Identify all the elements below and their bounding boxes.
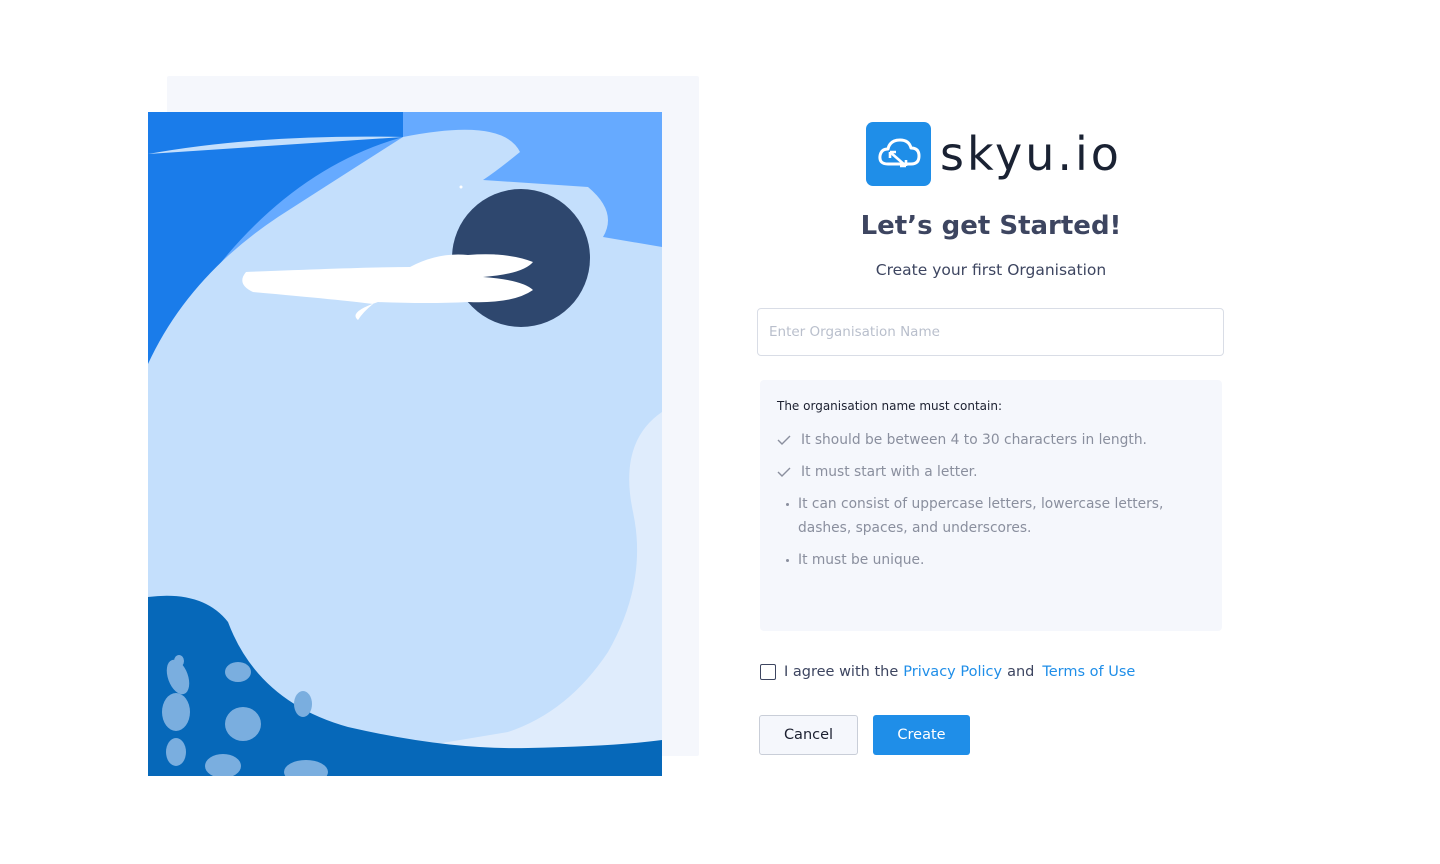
agree-text: I agree with the — [784, 664, 899, 680]
rules-heading: The organisation name must contain: — [777, 399, 1003, 413]
cancel-button[interactable]: Cancel — [759, 715, 858, 755]
create-button[interactable]: Create — [873, 715, 970, 755]
rule-item: It must start with a letter. — [777, 460, 1205, 484]
illustration — [148, 112, 662, 776]
rule-text: It should be between 4 to 30 characters … — [801, 432, 1147, 448]
check-icon — [777, 428, 801, 452]
agree-checkbox[interactable] — [760, 664, 776, 680]
illustration-art — [148, 112, 662, 776]
rule-item: It can consist of uppercase letters, low… — [777, 492, 1205, 540]
cloud-sync-icon — [866, 122, 931, 186]
bullet-icon — [777, 492, 798, 516]
agree-and-text: and — [1007, 664, 1035, 680]
brand-name: skyu.io — [940, 127, 1122, 181]
terms-of-use-link[interactable]: Terms of Use — [1042, 664, 1135, 680]
rule-text: It can consist of uppercase letters, low… — [798, 496, 1164, 536]
rule-item: It must be unique. — [777, 548, 1205, 572]
rule-text: It must start with a letter. — [801, 464, 978, 480]
check-icon — [777, 460, 801, 484]
organisation-name-input[interactable] — [757, 308, 1224, 356]
terms-agreement: I agree with the Privacy Policy and Term… — [760, 664, 1135, 680]
page-subtitle: Create your first Organisation — [875, 261, 1107, 279]
brand-logo: skyu.io — [866, 122, 1122, 186]
privacy-policy-link[interactable]: Privacy Policy — [903, 664, 1002, 680]
rule-item: It should be between 4 to 30 characters … — [777, 428, 1205, 452]
name-rules-panel: The organisation name must contain: It s… — [760, 380, 1222, 631]
rule-text: It must be unique. — [798, 552, 925, 568]
page-title: Let’s get Started! — [860, 211, 1122, 241]
bullet-icon — [777, 548, 798, 572]
